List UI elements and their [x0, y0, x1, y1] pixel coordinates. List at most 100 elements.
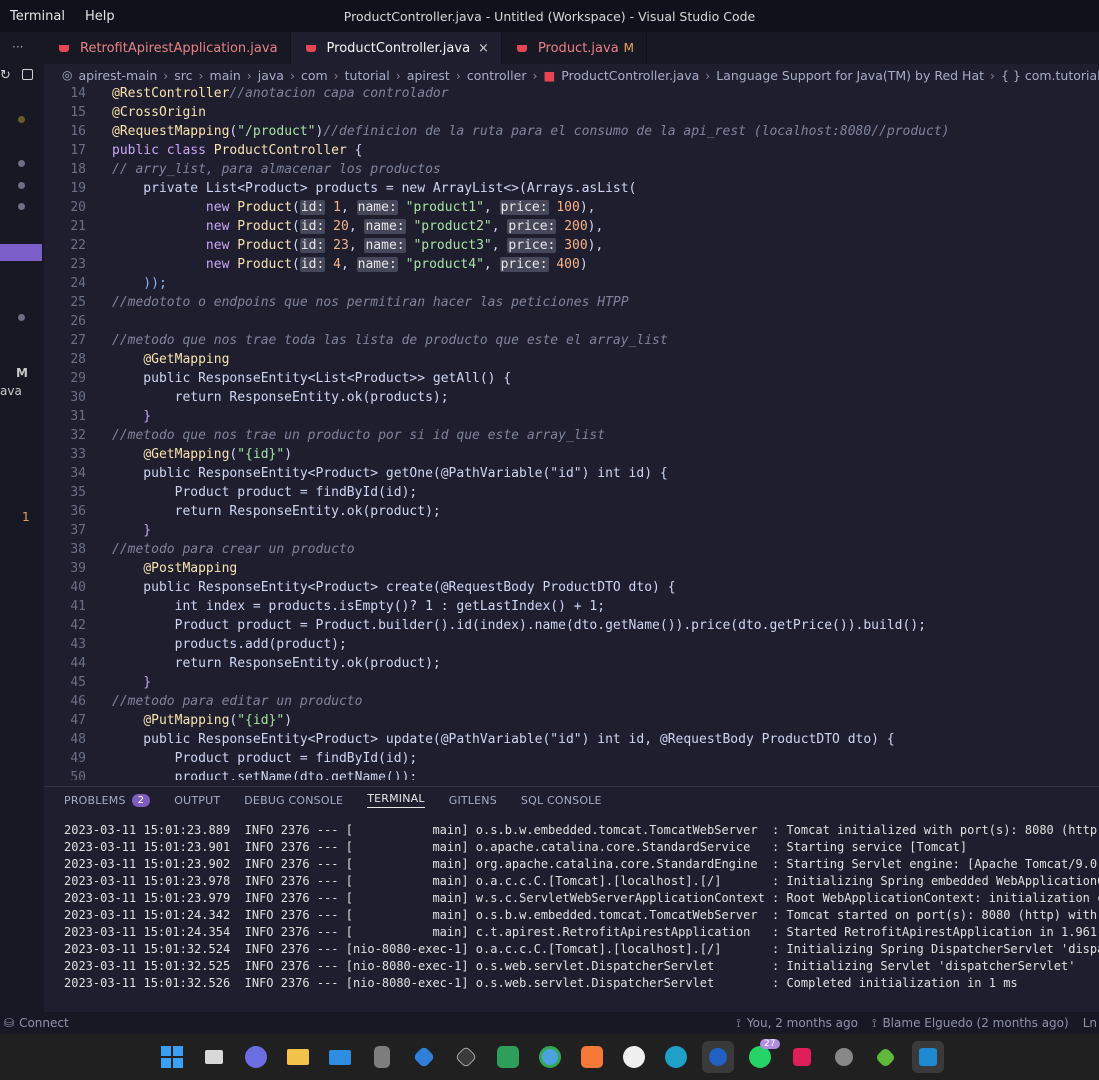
marker-dot: [18, 116, 25, 123]
bottom-panel: PROBLEMS 2 OUTPUT DEBUG CONSOLE TERMINAL …: [44, 786, 1099, 1012]
crumb[interactable]: controller: [467, 68, 527, 83]
code-editor[interactable]: 14 @RestController//anotacion capa contro…: [44, 84, 1099, 780]
tab-product-controller[interactable]: ProductController.java ×: [290, 32, 502, 64]
github-icon[interactable]: [618, 1041, 650, 1073]
terminal-line: 2023-03-11 15:01:23.979 INFO 2376 --- [ …: [64, 891, 1099, 905]
code-line: 45 }: [70, 675, 152, 690]
close-icon[interactable]: ×: [478, 41, 489, 56]
scm-markers: [0, 84, 44, 784]
crumb[interactable]: { } com.tutorial.apirest.contr: [1001, 68, 1099, 83]
tab-gitlens[interactable]: GITLENS: [449, 794, 497, 807]
tab-terminal[interactable]: TERMINAL: [367, 792, 425, 808]
settings-icon[interactable]: [828, 1041, 860, 1073]
xampp-icon[interactable]: [576, 1041, 608, 1073]
more-actions-icon[interactable]: ···: [12, 40, 23, 54]
crumb[interactable]: com: [301, 68, 328, 83]
terminal-line: 2023-03-11 15:01:24.342 INFO 2376 --- [ …: [64, 908, 1099, 922]
tab-label: ProductController.java: [326, 40, 471, 56]
tab-debug-console[interactable]: DEBUG CONSOLE: [244, 794, 343, 807]
tab-sql-console[interactable]: SQL CONSOLE: [521, 794, 602, 807]
collapse-icon[interactable]: [22, 69, 33, 80]
code-line: 40 public ResponseEntity<Product> create…: [70, 580, 676, 595]
terminal-line: 2023-03-11 15:01:23.902 INFO 2376 --- [ …: [64, 857, 1099, 871]
crumb[interactable]: ProductController.java: [561, 68, 699, 83]
crumb[interactable]: java: [258, 68, 284, 83]
vscode-icon[interactable]: [911, 1041, 944, 1073]
window-title: ProductController.java - Untitled (Works…: [343, 8, 756, 24]
git-icon: ⟟: [736, 1015, 741, 1030]
code-line: 39 @PostMapping: [70, 561, 238, 576]
folder-icon: ◎: [62, 68, 73, 82]
code-line: 21 new Product(id: 20, name: "product2",…: [70, 219, 604, 234]
menu-help[interactable]: Help: [75, 9, 125, 24]
marker-dot: [18, 203, 25, 210]
crumb[interactable]: apirest-main: [78, 68, 157, 83]
terminal-line: 2023-03-11 15:01:24.354 INFO 2376 --- [ …: [64, 925, 1099, 939]
status-bar: ⛁ Connect ⟟ You, 2 months ago ⟟ Blame El…: [0, 1012, 1099, 1034]
git-icon: ⟟: [871, 1015, 877, 1030]
file-explorer-icon[interactable]: [282, 1041, 314, 1073]
android-studio-icon[interactable]: [870, 1041, 902, 1073]
crumb[interactable]: apirest: [407, 68, 450, 83]
code-line: 50 product.setName(dto.getName());: [70, 770, 418, 780]
code-line: 22 new Product(id: 23, name: "product3",…: [70, 238, 604, 253]
mail-icon[interactable]: [324, 1041, 356, 1073]
tab-problems[interactable]: PROBLEMS 2: [64, 793, 151, 807]
taskbar: 27: [0, 1034, 1099, 1080]
crumb[interactable]: src: [174, 68, 192, 83]
code-line: 41 int index = products.isEmpty()? 1 : g…: [70, 599, 606, 614]
tab-retrofit-application[interactable]: RetrofitApirestApplication.java: [44, 32, 291, 64]
slack-icon[interactable]: [786, 1041, 818, 1073]
marker-dot: [18, 160, 25, 167]
code-line: 17 public class ProductController {: [70, 143, 363, 158]
chrome-icon[interactable]: [534, 1041, 566, 1073]
menu-terminal[interactable]: Terminal: [0, 9, 75, 24]
title-bar: Terminal Help ProductController.java - U…: [0, 0, 1099, 32]
crumb[interactable]: Language Support for Java(TM) by Red Hat: [716, 68, 984, 83]
virtualbox-icon[interactable]: [408, 1041, 440, 1073]
postman-icon[interactable]: [660, 1041, 692, 1073]
connect-button[interactable]: Connect: [19, 1016, 69, 1030]
java-file-icon: [516, 43, 530, 53]
snipping-tool-icon[interactable]: [492, 1041, 524, 1073]
terminal-line: 2023-03-11 15:01:32.526 INFO 2376 --- [n…: [64, 976, 1018, 990]
git-blame-author[interactable]: Blame Elguedo (2 months ago): [882, 1016, 1068, 1030]
java-file-icon: [58, 43, 72, 53]
java-file-icon: ■: [543, 67, 556, 83]
terminal-line: 2023-03-11 15:01:23.978 INFO 2376 --- [ …: [64, 874, 1099, 888]
java-file-icon: [305, 43, 319, 53]
code-line: 47 @PutMapping("{id}"): [70, 713, 293, 728]
code-line: 33 @GetMapping("{id}"): [70, 447, 293, 462]
tab-label: RetrofitApirestApplication.java: [80, 40, 278, 56]
cursor-position[interactable]: Ln: [1083, 1016, 1097, 1030]
whatsapp-icon[interactable]: 27: [744, 1039, 780, 1073]
start-icon[interactable]: [156, 1041, 188, 1073]
code-line: 26: [70, 314, 86, 329]
terminal-app-icon[interactable]: [450, 1041, 482, 1073]
marker-dot: [18, 182, 25, 189]
teams-icon[interactable]: [240, 1041, 272, 1073]
code-line: 34 public ResponseEntity<Product> getOne…: [70, 466, 668, 481]
crumb[interactable]: main: [210, 68, 241, 83]
modified-badge: M: [623, 41, 635, 55]
code-line: 16 @RequestMapping("/product")//definicio…: [70, 124, 950, 139]
tab-product[interactable]: Product.java M: [502, 32, 648, 64]
notification-badge: 27: [760, 1039, 780, 1049]
code-line: 31 }: [70, 409, 152, 424]
notepad-icon[interactable]: [701, 1041, 734, 1073]
git-blame-you[interactable]: You, 2 months ago: [747, 1016, 858, 1030]
problems-badge: 2: [131, 793, 151, 807]
calculator-icon[interactable]: [366, 1041, 398, 1073]
tab-output[interactable]: OUTPUT: [174, 794, 220, 807]
code-line: 43 products.add(product);: [70, 637, 347, 652]
crumb[interactable]: tutorial: [345, 68, 390, 83]
code-line: 36 return ResponseEntity.ok(product);: [70, 504, 441, 519]
code-line: 35 Product product = findById(id);: [70, 485, 418, 500]
refresh-icon[interactable]: ↻: [0, 68, 11, 83]
terminal-output[interactable]: 2023-03-11 15:01:23.889 INFO 2376 --- [ …: [44, 813, 1099, 992]
database-icon: ⛁: [4, 1016, 15, 1030]
editor-tabs: RetrofitApirestApplication.java ProductC…: [44, 32, 1099, 64]
marker-dot: [18, 314, 25, 321]
task-view-icon[interactable]: [198, 1041, 230, 1073]
code-line: 27//metodo que nos trae toda las lista d…: [70, 333, 668, 348]
